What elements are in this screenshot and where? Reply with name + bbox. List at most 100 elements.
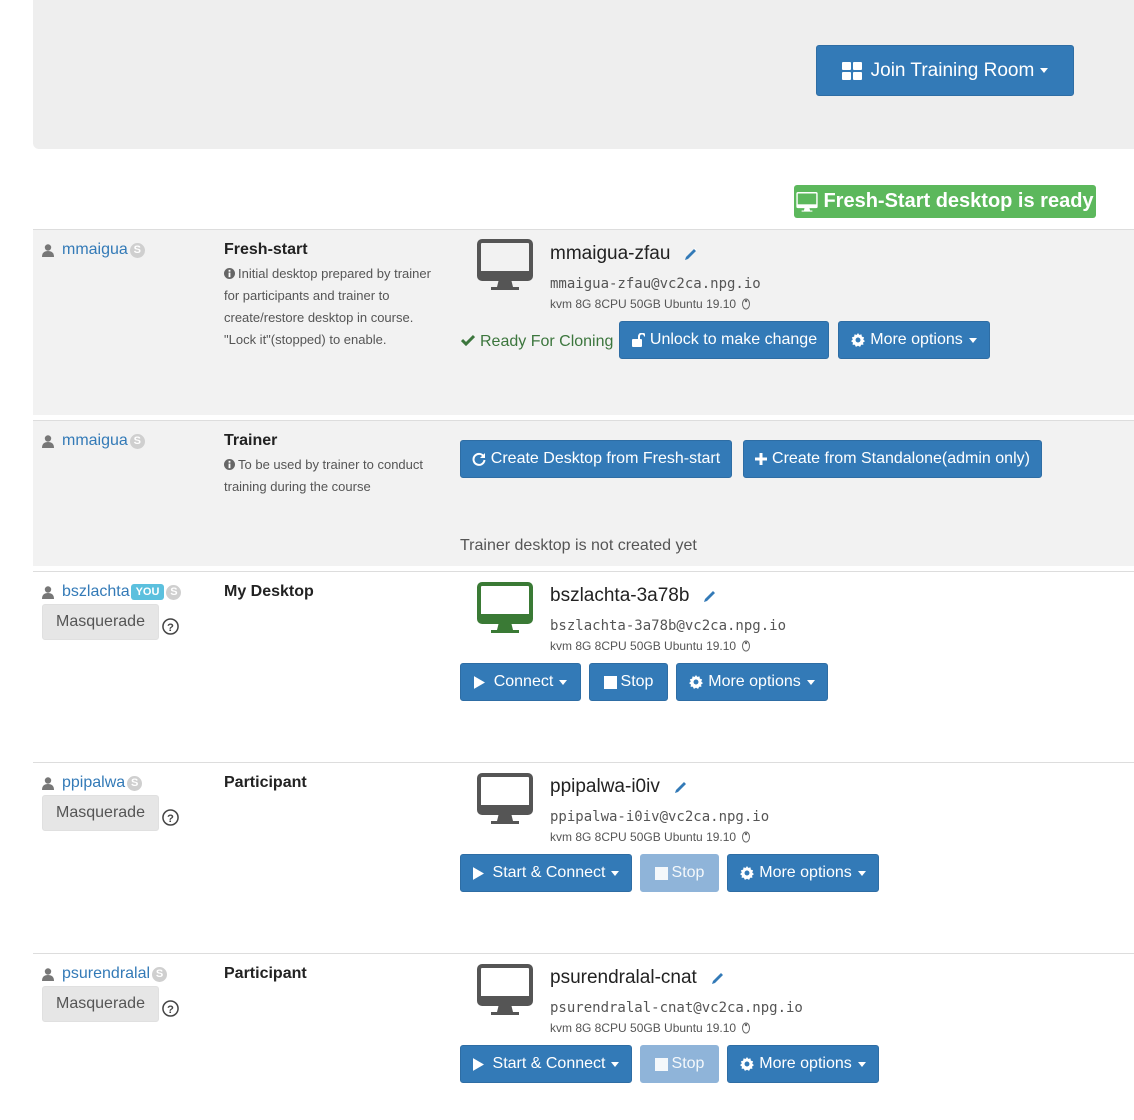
linux-icon [741,831,751,843]
desktop-name: ppipalwa-i0iv [550,776,688,798]
desktop-host: bszlachta-3a78b@vc2ca.npg.io [550,618,787,634]
start-connect-button[interactable]: Start & Connect [460,854,632,892]
role-label: Fresh-start [224,241,308,258]
edit-pencil-icon[interactable] [674,780,688,794]
user-link[interactable]: mmaigua S [42,432,145,450]
stop-label: Stop [620,673,654,690]
desktop-row-fresh-start: mmaigua S Fresh-start Initial desktop pr… [33,229,1134,415]
more-options-button[interactable]: More options [727,1045,879,1083]
more-options-label: More options [870,331,963,348]
info-icon [224,268,235,279]
user-name[interactable]: mmaigua [62,241,128,259]
refresh-icon [472,452,486,466]
masquerade-button[interactable]: Masquerade [42,795,159,831]
s-badge: S [152,966,168,982]
role-label: Participant [224,965,307,982]
unlock-icon [631,333,645,347]
desktop-monitor-icon [477,773,533,825]
user-name[interactable]: psurendralal [62,965,150,983]
ready-for-cloning-text: Ready For Cloning [480,333,614,350]
linux-icon [741,298,751,310]
stop-button[interactable]: Stop [589,663,668,701]
role-description: To be used by trainer to conduct trainin… [224,454,444,498]
person-icon [42,968,54,981]
user-name[interactable]: bszlachta [62,583,130,601]
edit-pencil-icon[interactable] [684,247,698,261]
desktop-spec: kvm 8G 8CPU 50GB Ubuntu 19.10 [550,1021,751,1035]
desktop-name-text: psurendralal-cnat [550,967,697,988]
more-options-button[interactable]: More options [676,663,828,701]
s-badge: S [129,242,145,258]
s-badge: S [127,775,143,791]
help-icon[interactable] [162,618,179,635]
edit-pencil-icon[interactable] [703,589,717,603]
desktop-name: mmaigua-zfau [550,243,698,265]
desktop-row-participant: ppipalwa S Masquerade Participant ppipal… [33,762,1134,953]
check-icon [461,335,475,347]
user-link[interactable]: ppipalwa S [42,774,143,792]
caret-down-icon [611,870,620,876]
desktop-row-trainer: mmaigua S Trainer To be used by trainer … [33,420,1134,566]
s-badge: S [129,433,145,449]
user-name[interactable]: ppipalwa [62,774,125,792]
help-icon[interactable] [162,809,179,826]
ready-for-cloning-status: Ready For Cloning [461,333,613,351]
desktop-spec: kvm 8G 8CPU 50GB Ubuntu 19.10 [550,830,751,844]
desktop-spec: kvm 8G 8CPU 50GB Ubuntu 19.10 [550,639,751,653]
stop-button[interactable]: Stop [640,854,719,892]
person-icon [42,244,54,257]
masquerade-button[interactable]: Masquerade [42,986,159,1022]
stop-icon [655,1058,668,1071]
ready-banner-text: Fresh-Start desktop is ready [823,190,1094,212]
role-description-text: Initial desktop prepared by trainer for … [224,266,431,347]
gear-icon [851,333,865,347]
grid-icon [841,61,862,80]
desktop-host: psurendralal-cnat@vc2ca.npg.io [550,1000,803,1016]
desktop-spec-text: kvm 8G 8CPU 50GB Ubuntu 19.10 [550,830,737,844]
start-connect-label: Start & Connect [492,864,606,881]
create-from-standalone-button[interactable]: Create from Standalone(admin only) [743,440,1042,478]
unlock-button-label: Unlock to make change [649,331,818,348]
play-icon [473,1058,484,1071]
person-icon [42,435,54,448]
desktop-spec-text: kvm 8G 8CPU 50GB Ubuntu 19.10 [550,1021,737,1035]
desktop-spec-text: kvm 8G 8CPU 50GB Ubuntu 19.10 [550,639,737,653]
unlock-button[interactable]: Unlock to make change [619,321,829,359]
more-options-button[interactable]: More options [838,321,990,359]
caret-down-icon [806,679,815,685]
start-connect-label: Start & Connect [492,1055,606,1072]
user-name[interactable]: mmaigua [62,432,128,450]
connect-button[interactable]: Connect [460,663,581,701]
desktop-name: bszlachta-3a78b [550,585,717,607]
role-label: Participant [224,774,307,791]
user-link[interactable]: bszlachta YOU S [42,583,182,601]
desktop-host: mmaigua-zfau@vc2ca.npg.io [550,276,761,292]
user-link[interactable]: mmaigua S [42,241,145,259]
caret-down-icon [857,1061,866,1067]
stop-button[interactable]: Stop [640,1045,719,1083]
desktop-host: ppipalwa-i0iv@vc2ca.npg.io [550,809,770,825]
user-link[interactable]: psurendralal S [42,965,168,983]
more-options-label: More options [759,864,852,881]
create-from-fresh-start-button[interactable]: Create Desktop from Fresh-start [460,440,732,478]
caret-down-icon [857,870,866,876]
info-icon [224,459,235,470]
join-training-room-button[interactable]: Join Training Room [816,45,1074,96]
trainer-desktop-not-created: Trainer desktop is not created yet [460,537,697,554]
edit-pencil-icon[interactable] [711,971,725,985]
more-options-button[interactable]: More options [727,854,879,892]
desktop-monitor-icon [477,239,533,291]
stop-label: Stop [671,1055,705,1072]
you-badge: YOU [130,584,165,600]
help-icon[interactable] [162,1000,179,1017]
stop-icon [655,867,668,880]
role-label: My Desktop [224,583,314,600]
linux-icon [741,640,751,652]
start-connect-button[interactable]: Start & Connect [460,1045,632,1083]
join-training-room-label: Join Training Room [870,59,1035,81]
desktop-name-text: bszlachta-3a78b [550,585,690,606]
gear-icon [740,866,754,880]
more-options-label: More options [759,1055,852,1072]
fresh-start-ready-banner: Fresh-Start desktop is ready [794,185,1096,218]
masquerade-button[interactable]: Masquerade [42,604,159,640]
